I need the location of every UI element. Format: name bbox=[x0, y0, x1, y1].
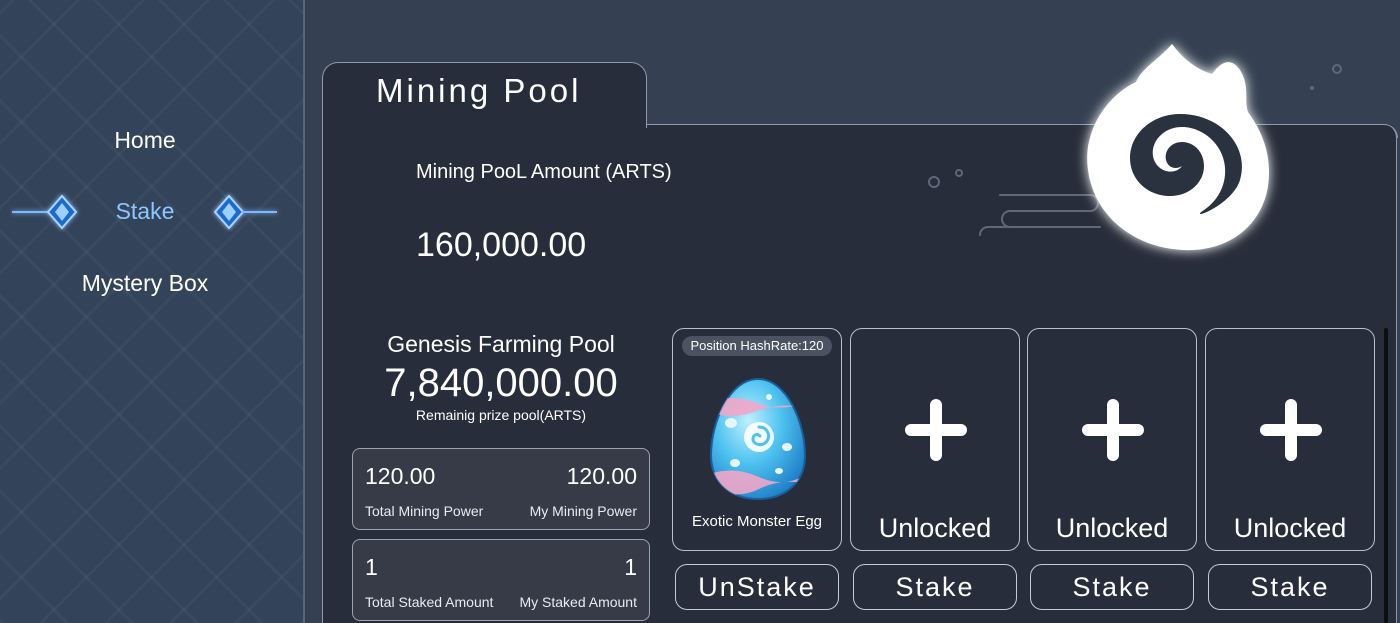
staked-amount-card: 1 1 Total Staked Amount My Staked Amount bbox=[352, 539, 650, 621]
page-title: Mining Pool bbox=[376, 72, 582, 109]
nav-item-mystery-box[interactable]: Mystery Box bbox=[0, 270, 290, 297]
egg-icon bbox=[709, 377, 807, 501]
stake-button[interactable]: Stake bbox=[853, 564, 1017, 610]
my-staked-label: My Staked Amount bbox=[519, 594, 637, 610]
pool-amount-label: Mining PooL Amount (ARTS) bbox=[416, 161, 672, 183]
stake-button[interactable]: Stake bbox=[1208, 564, 1372, 610]
egg-name: Exotic Monster Egg bbox=[691, 513, 823, 530]
slot-status: Unlocked bbox=[878, 513, 992, 543]
stake-slot-1[interactable]: Position HashRate:120 Exotic Monster Egg bbox=[672, 328, 842, 551]
slot-status: Unlocked bbox=[1233, 513, 1347, 543]
total-staked-value: 1 bbox=[365, 554, 378, 580]
scrollbar[interactable] bbox=[1384, 328, 1388, 623]
stake-slot-4[interactable]: Unlocked bbox=[1205, 328, 1375, 551]
slot-status: Unlocked bbox=[1055, 513, 1169, 543]
total-mining-power-value: 120.00 bbox=[365, 463, 436, 489]
plus-icon bbox=[1260, 399, 1322, 461]
my-staked-value: 1 bbox=[624, 554, 637, 580]
swirl-flame-logo bbox=[1087, 44, 1270, 251]
stake-button[interactable]: Stake bbox=[1030, 564, 1194, 610]
my-mining-power-label: My Mining Power bbox=[529, 503, 637, 519]
plus-icon bbox=[905, 399, 967, 461]
my-mining-power-value: 120.00 bbox=[566, 463, 637, 489]
genesis-pool-title: Genesis Farming Pool bbox=[387, 331, 615, 357]
stake-slot-3[interactable]: Unlocked bbox=[1027, 328, 1197, 551]
diamond-ornament-icon bbox=[213, 194, 277, 230]
nav-item-home[interactable]: Home bbox=[0, 127, 290, 154]
unstake-button[interactable]: UnStake bbox=[675, 564, 839, 610]
genesis-pool-amount: 7,840,000.00 bbox=[384, 361, 618, 405]
sidebar: Home Stake Mystery Box bbox=[0, 0, 305, 623]
stake-slot-2[interactable]: Unlocked bbox=[850, 328, 1020, 551]
panel-border-corner bbox=[1384, 124, 1398, 138]
pool-amount-value: 160,000.00 bbox=[416, 226, 587, 264]
total-staked-label: Total Staked Amount bbox=[365, 594, 494, 610]
plus-icon bbox=[1082, 399, 1144, 461]
hashrate-badge: Position HashRate:120 bbox=[682, 336, 832, 356]
mining-power-card: 120.00 120.00 Total Mining Power My Mini… bbox=[352, 448, 650, 530]
total-mining-power-label: Total Mining Power bbox=[365, 503, 484, 519]
genesis-pool-subtitle: Remainig prize pool(ARTS) bbox=[415, 407, 587, 423]
